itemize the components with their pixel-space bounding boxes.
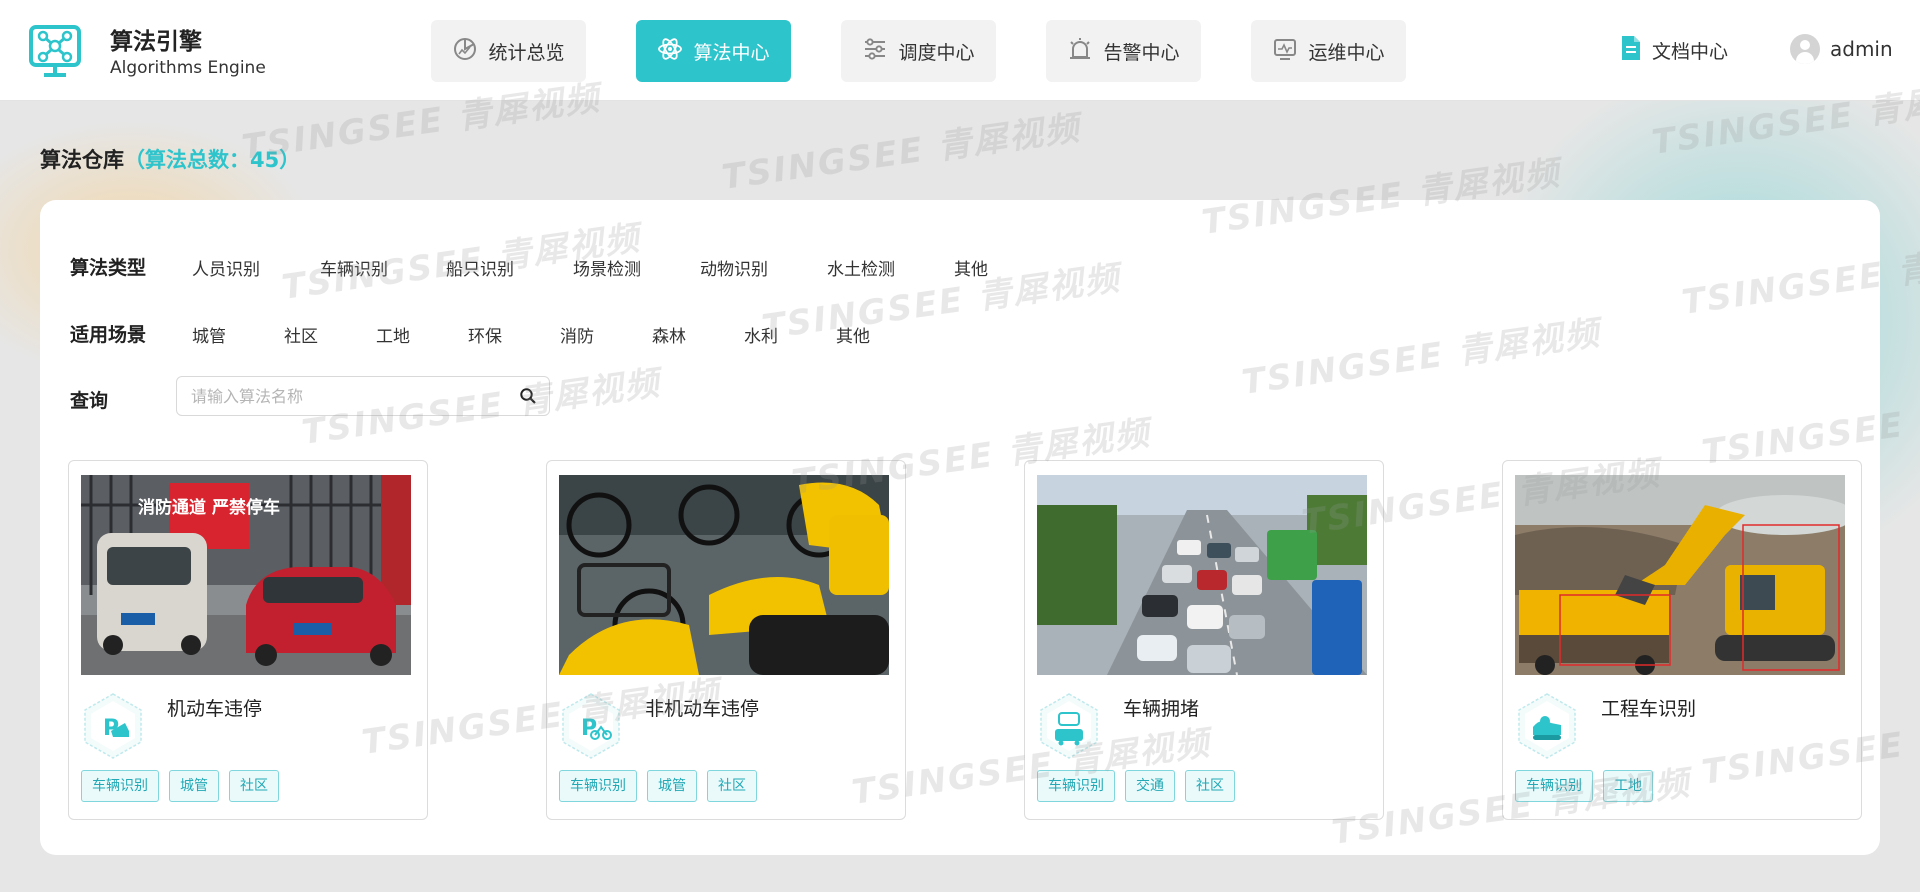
watermark: TSINGSEE 青犀视频 (719, 108, 1083, 198)
algorithm-count: （算法总数：45） (124, 148, 301, 172)
tag: 城管 (169, 770, 219, 802)
card-image-traffic-jam (1037, 475, 1367, 675)
card-title: 机动车违停 (167, 698, 263, 720)
algorithm-panel: 算法类型 人员识别 车辆识别 船只识别 场景检测 动物识别 水土检测 其他 适用… (40, 200, 1880, 855)
card-title: 非机动车违停 (645, 698, 760, 720)
scene-option[interactable]: 水利 (744, 322, 778, 347)
algorithm-type-label: 算法类型 (70, 257, 147, 279)
avatar (1790, 34, 1820, 64)
card-tags: 车辆识别 城管 社区 (81, 770, 279, 802)
docs-center-link[interactable]: 文档中心 (1620, 34, 1728, 67)
top-bar: 算法引擎 Algorithms Engine 统计总览 算法中心 调度中心 告警… (0, 0, 1920, 101)
nav-label: 调度中心 (898, 41, 975, 64)
algorithm-card[interactable]: 车辆拥堵 车辆识别 交通 社区 (1024, 460, 1384, 820)
app-subtitle: Algorithms Engine (110, 58, 266, 78)
card-tags: 车辆识别 城管 社区 (559, 770, 757, 802)
tag: 车辆识别 (1515, 770, 1593, 802)
card-image-illegal-parking: 消防通道 严禁停车 (81, 475, 411, 675)
search-input[interactable] (191, 377, 511, 415)
nav-algorithm-center[interactable]: 算法中心 (636, 20, 791, 82)
algorithm-card[interactable]: P 非机动车违停 车辆识别 城管 社区 (546, 460, 906, 820)
card-image-construction-vehicle (1515, 475, 1845, 675)
type-option[interactable]: 水土检测 (827, 255, 895, 280)
type-option[interactable]: 场景检测 (573, 255, 641, 280)
car-parking-icon: P (81, 691, 145, 761)
traffic-jam-icon (1037, 691, 1101, 761)
type-option[interactable]: 人员识别 (192, 255, 260, 280)
bike-parking-icon: P (559, 691, 623, 761)
document-icon (1620, 34, 1642, 67)
nav-stats-overview[interactable]: 统计总览 (431, 20, 586, 82)
type-option[interactable]: 其他 (954, 255, 988, 280)
scene-option[interactable]: 其他 (836, 322, 870, 347)
tag: 车辆识别 (559, 770, 637, 802)
tag: 车辆识别 (81, 770, 159, 802)
scene-option[interactable]: 森林 (652, 322, 686, 347)
alarm-icon (1067, 36, 1093, 67)
nav-alarm-center[interactable]: 告警中心 (1046, 20, 1201, 82)
docs-center-label: 文档中心 (1652, 41, 1729, 63)
nav-label: 统计总览 (488, 41, 565, 64)
card-tags: 车辆识别 交通 社区 (1037, 770, 1235, 802)
nav-ops-center[interactable]: 运维中心 (1251, 20, 1406, 82)
nav-label: 告警中心 (1103, 41, 1180, 64)
scene-option[interactable]: 社区 (284, 322, 318, 347)
svg-text:P: P (581, 716, 597, 741)
image-sign-text: 消防通道 严禁停车 (138, 497, 280, 518)
search-icon[interactable] (519, 387, 537, 405)
tag: 城管 (647, 770, 697, 802)
query-label: 查询 (70, 390, 109, 412)
nav-label: 运维中心 (1308, 41, 1385, 64)
user-menu[interactable]: admin (1790, 34, 1893, 64)
tag: 社区 (1185, 770, 1235, 802)
sliders-icon (862, 36, 888, 67)
repository-title-text: 算法仓库 (40, 148, 124, 172)
card-title: 车辆拥堵 (1123, 698, 1200, 720)
app-logo-icon (28, 24, 82, 78)
tag: 社区 (707, 770, 757, 802)
card-image-bike-parking (559, 475, 889, 675)
repository-title: 算法仓库（算法总数：45） (40, 144, 300, 174)
search-box (176, 376, 550, 416)
nav-scheduling-center[interactable]: 调度中心 (841, 20, 996, 82)
scene-option[interactable]: 工地 (376, 322, 410, 347)
tag: 交通 (1125, 770, 1175, 802)
type-option[interactable]: 车辆识别 (320, 255, 388, 280)
algorithm-card[interactable]: 消防通道 严禁停车 P 机动车违停 车辆识别 城管 社区 (68, 460, 428, 820)
card-tags: 车辆识别 工地 (1515, 770, 1653, 802)
card-title: 工程车识别 (1601, 698, 1697, 720)
nav-label: 算法中心 (693, 41, 770, 64)
tag: 工地 (1603, 770, 1653, 802)
stats-icon (452, 36, 478, 67)
atom-icon (657, 36, 683, 67)
excavator-icon (1515, 691, 1579, 761)
scene-option[interactable]: 消防 (560, 322, 594, 347)
user-name: admin (1830, 37, 1893, 61)
type-option[interactable]: 动物识别 (700, 255, 768, 280)
algorithm-card[interactable]: 工程车识别 车辆识别 工地 (1502, 460, 1862, 820)
monitor-icon (1272, 36, 1298, 67)
scene-label: 适用场景 (70, 324, 147, 346)
scene-option[interactable]: 环保 (468, 322, 502, 347)
tag: 车辆识别 (1037, 770, 1115, 802)
tag: 社区 (229, 770, 279, 802)
app-title: 算法引擎 (110, 29, 202, 55)
type-option[interactable]: 船只识别 (446, 255, 514, 280)
scene-option[interactable]: 城管 (192, 322, 226, 347)
